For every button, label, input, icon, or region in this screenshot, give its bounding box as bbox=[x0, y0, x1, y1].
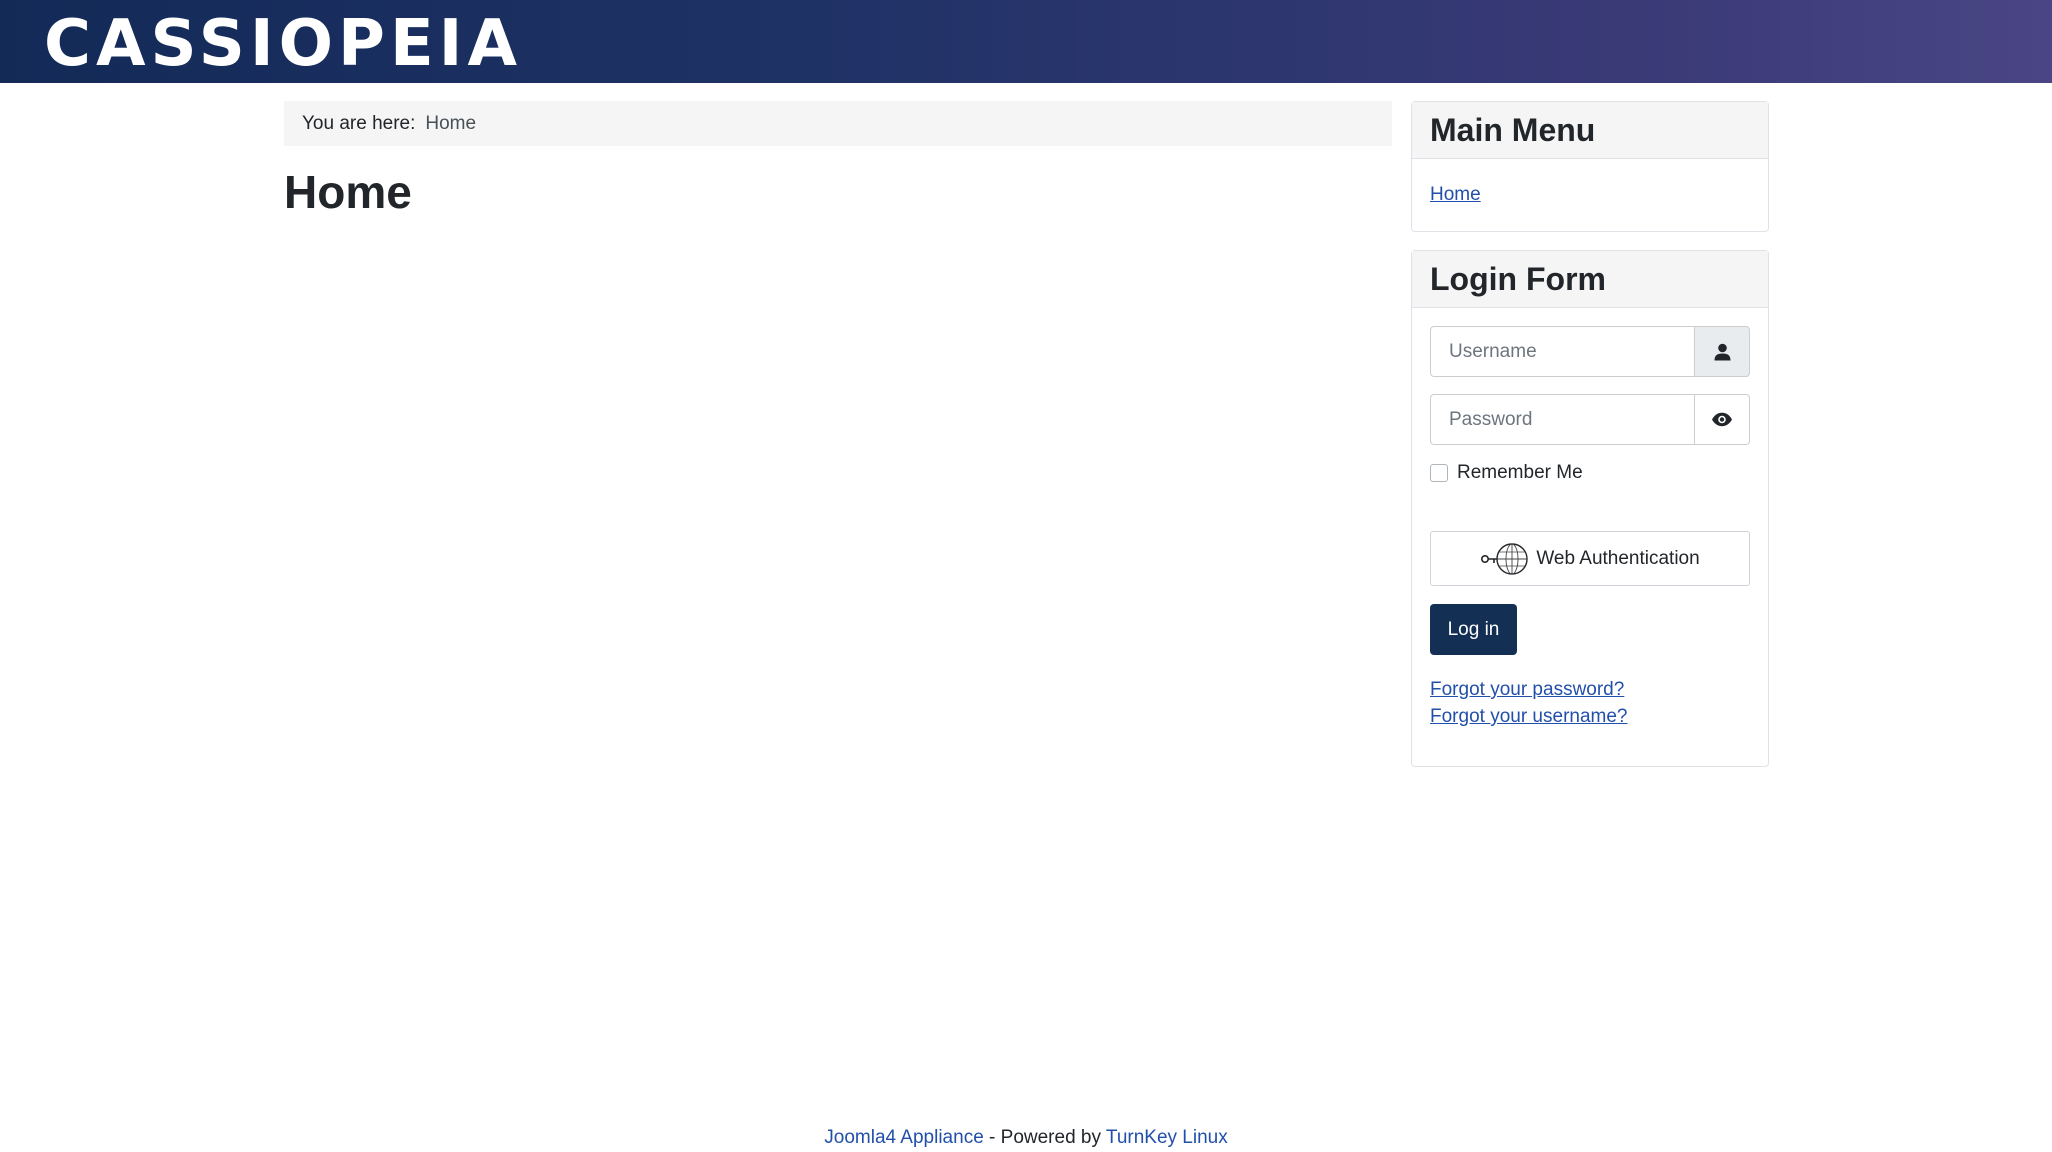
remember-me-label: Remember Me bbox=[1457, 462, 1583, 483]
main-menu-module: Main Menu Home bbox=[1411, 101, 1769, 232]
turnkey-link[interactable]: TurnKey Linux bbox=[1106, 1127, 1228, 1148]
remember-me[interactable]: Remember Me bbox=[1430, 462, 1750, 484]
password-input[interactable] bbox=[1430, 394, 1695, 445]
username-group bbox=[1430, 326, 1750, 377]
breadcrumb-label: You are here: bbox=[302, 112, 416, 134]
main-menu-title: Main Menu bbox=[1412, 102, 1768, 159]
page-title: Home bbox=[284, 166, 412, 218]
login-form-title: Login Form bbox=[1412, 251, 1768, 308]
site-brand-logo[interactable]: CASSIOPEIA bbox=[44, 6, 522, 82]
breadcrumb-current: Home bbox=[425, 112, 477, 134]
remember-me-checkbox[interactable] bbox=[1430, 464, 1448, 482]
user-icon bbox=[1695, 326, 1750, 377]
forgot-username-link[interactable]: Forgot your username? bbox=[1430, 703, 1750, 730]
web-authentication-label: Web Authentication bbox=[1536, 547, 1700, 569]
menu-item-home[interactable]: Home bbox=[1430, 184, 1481, 206]
web-authentication-button[interactable]: Web Authentication bbox=[1430, 531, 1750, 586]
username-input[interactable] bbox=[1430, 326, 1695, 377]
password-group bbox=[1430, 394, 1750, 445]
log-in-button[interactable]: Log in bbox=[1430, 604, 1517, 655]
site-footer: Joomla4 Appliance - Powered by TurnKey L… bbox=[0, 1127, 2052, 1149]
key-globe-icon bbox=[1480, 542, 1529, 576]
appliance-link[interactable]: Joomla4 Appliance bbox=[824, 1127, 984, 1148]
eye-icon[interactable] bbox=[1695, 394, 1750, 445]
footer-separator: - Powered by bbox=[983, 1127, 1106, 1148]
login-form-module: Login Form Remember Me bbox=[1411, 250, 1769, 767]
forgot-password-link[interactable]: Forgot your password? bbox=[1430, 676, 1750, 703]
site-header: CASSIOPEIA bbox=[0, 0, 2052, 83]
breadcrumb: You are here: Home bbox=[284, 101, 1392, 146]
login-help-links: Forgot your password? Forgot your userna… bbox=[1430, 676, 1750, 730]
